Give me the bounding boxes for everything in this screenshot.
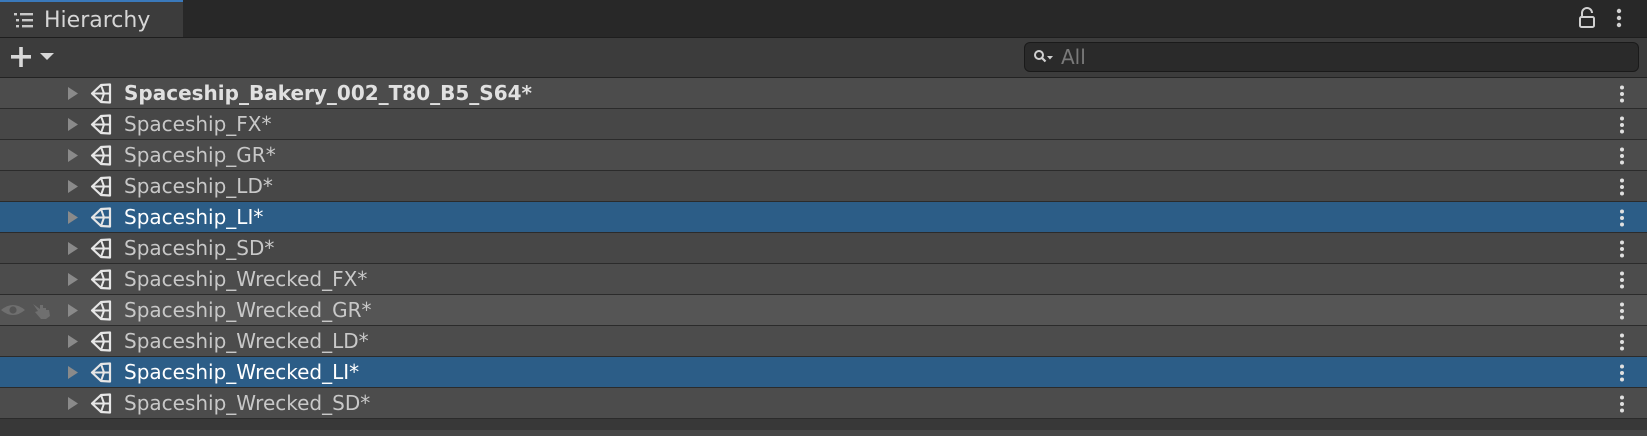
row-label: Spaceship_Wrecked_GR* <box>124 298 372 322</box>
row-label: Spaceship_Wrecked_LI* <box>124 360 360 384</box>
unity-scene-icon <box>90 362 112 383</box>
hierarchy-row[interactable]: Spaceship_Wrecked_LI* <box>0 357 1647 388</box>
hierarchy-toolbar <box>0 38 1647 78</box>
hierarchy-row[interactable]: Spaceship_Bakery_002_T80_B5_S64* <box>0 78 1647 109</box>
tab-hierarchy[interactable]: Hierarchy <box>0 0 183 37</box>
row-label: Spaceship_Bakery_002_T80_B5_S64* <box>124 81 532 105</box>
row-label: Spaceship_SD* <box>124 236 275 260</box>
expand-arrow-icon[interactable] <box>66 86 80 101</box>
expand-arrow-icon[interactable] <box>66 210 80 225</box>
hierarchy-tree: Spaceship_Bakery_002_T80_B5_S64* Spacesh… <box>0 78 1647 419</box>
row-kebab-menu-icon[interactable] <box>1618 239 1626 259</box>
unity-scene-icon <box>90 145 112 166</box>
row-label: Spaceship_LI* <box>124 205 264 229</box>
bottom-strip-segment <box>60 430 1647 436</box>
expand-arrow-icon[interactable] <box>66 272 80 287</box>
expand-arrow-icon[interactable] <box>66 334 80 349</box>
row-label: Spaceship_FX* <box>124 112 272 136</box>
tab-bar: Hierarchy <box>0 0 1647 38</box>
row-kebab-menu-icon[interactable] <box>1618 332 1626 352</box>
row-label: Spaceship_Wrecked_LD* <box>124 329 369 353</box>
row-label: Spaceship_GR* <box>124 143 276 167</box>
unity-scene-icon <box>90 393 112 414</box>
row-kebab-menu-icon[interactable] <box>1618 84 1626 104</box>
row-label: Spaceship_Wrecked_SD* <box>124 391 371 415</box>
expand-arrow-icon[interactable] <box>66 241 80 256</box>
hierarchy-row[interactable]: Spaceship_Wrecked_GR* <box>0 295 1647 326</box>
expand-arrow-icon[interactable] <box>66 396 80 411</box>
hierarchy-row[interactable]: Spaceship_LD* <box>0 171 1647 202</box>
hierarchy-row[interactable]: Spaceship_Wrecked_SD* <box>0 388 1647 419</box>
search-field[interactable] <box>1024 42 1639 72</box>
hierarchy-row[interactable]: Spaceship_FX* <box>0 109 1647 140</box>
row-kebab-menu-icon[interactable] <box>1618 177 1626 197</box>
hierarchy-row[interactable]: Spaceship_LI* <box>0 202 1647 233</box>
expand-arrow-icon[interactable] <box>66 365 80 380</box>
unity-scene-icon <box>90 114 112 135</box>
row-kebab-menu-icon[interactable] <box>1618 363 1626 383</box>
row-kebab-menu-icon[interactable] <box>1618 394 1626 414</box>
hierarchy-row[interactable]: Spaceship_Wrecked_LD* <box>0 326 1647 357</box>
bottom-strip <box>0 430 1647 436</box>
hierarchy-row[interactable]: Spaceship_GR* <box>0 140 1647 171</box>
tab-title: Hierarchy <box>44 8 151 33</box>
expand-arrow-icon[interactable] <box>66 179 80 194</box>
list-icon <box>14 13 33 28</box>
row-label: Spaceship_LD* <box>124 174 273 198</box>
lock-icon[interactable] <box>1578 7 1596 29</box>
row-label: Spaceship_Wrecked_FX* <box>124 267 368 291</box>
search-dropdown-icon[interactable] <box>1033 49 1055 65</box>
hierarchy-row[interactable]: Spaceship_Wrecked_FX* <box>0 264 1647 295</box>
row-kebab-menu-icon[interactable] <box>1618 301 1626 321</box>
unity-scene-icon <box>90 269 112 290</box>
unity-scene-icon <box>90 331 112 352</box>
hierarchy-window: Hierarchy All Spaceship_Bakery_002_T80_B… <box>0 0 1647 436</box>
create-add-button[interactable] <box>6 43 62 71</box>
pickable-hand-icon[interactable] <box>31 300 53 320</box>
unity-scene-icon <box>90 300 112 321</box>
expand-arrow-icon[interactable] <box>66 148 80 163</box>
row-kebab-menu-icon[interactable] <box>1618 270 1626 290</box>
visibility-eye-icon[interactable] <box>0 302 26 318</box>
unity-scene-icon <box>90 83 112 104</box>
row-kebab-menu-icon[interactable] <box>1618 208 1626 228</box>
row-kebab-menu-icon[interactable] <box>1618 115 1626 135</box>
search-input[interactable] <box>1061 45 1621 69</box>
expand-arrow-icon[interactable] <box>66 303 80 318</box>
unity-scene-icon <box>90 176 112 197</box>
expand-arrow-icon[interactable] <box>66 117 80 132</box>
unity-scene-icon <box>90 207 112 228</box>
hierarchy-row[interactable]: Spaceship_SD* <box>0 233 1647 264</box>
row-kebab-menu-icon[interactable] <box>1618 146 1626 166</box>
kebab-menu-icon[interactable] <box>1614 7 1624 29</box>
unity-scene-icon <box>90 238 112 259</box>
